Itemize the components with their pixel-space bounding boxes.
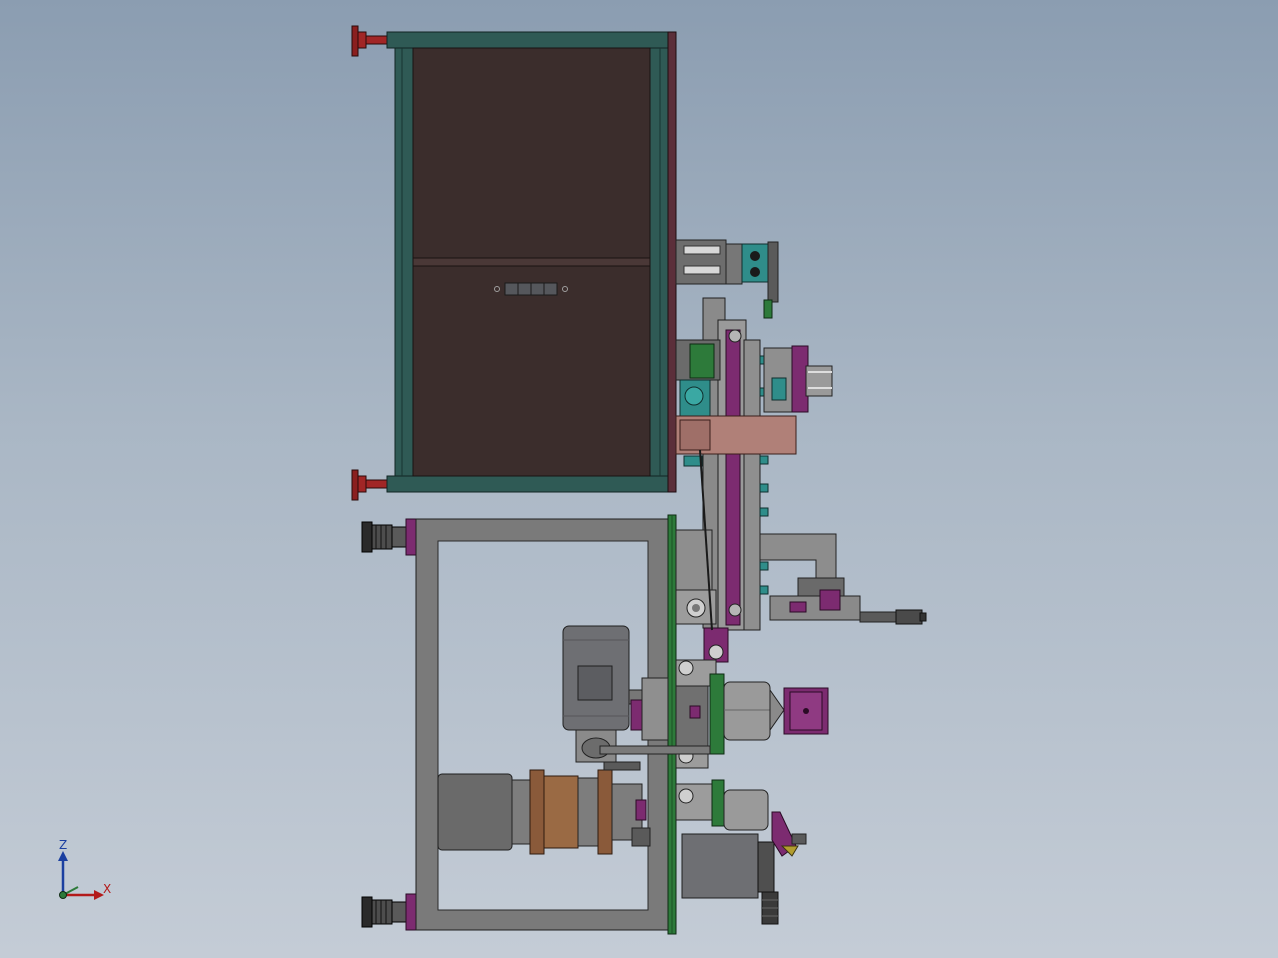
lower-right-assembly xyxy=(675,779,807,925)
x-axis-label: X xyxy=(103,882,112,896)
cross-bar xyxy=(599,745,711,755)
machine-model[interactable] xyxy=(0,0,1278,958)
elbow-bracket xyxy=(759,533,845,599)
z-axis-label: Z xyxy=(59,838,68,852)
pump-cylinder xyxy=(437,761,651,855)
top-cylinder-assembly xyxy=(675,239,779,319)
upper-cabinet xyxy=(351,25,677,501)
cad-viewport[interactable]: Z X xyxy=(0,0,1278,958)
caster-foot-top xyxy=(361,518,417,556)
cabinet-handle-icon xyxy=(494,282,568,296)
leveling-foot-bottom xyxy=(351,469,389,501)
coordinate-triad: Z X xyxy=(50,835,120,905)
tool-arm xyxy=(769,589,927,625)
leveling-foot-top xyxy=(351,25,389,57)
main-motor xyxy=(562,625,644,763)
caster-foot-bottom xyxy=(361,893,417,931)
